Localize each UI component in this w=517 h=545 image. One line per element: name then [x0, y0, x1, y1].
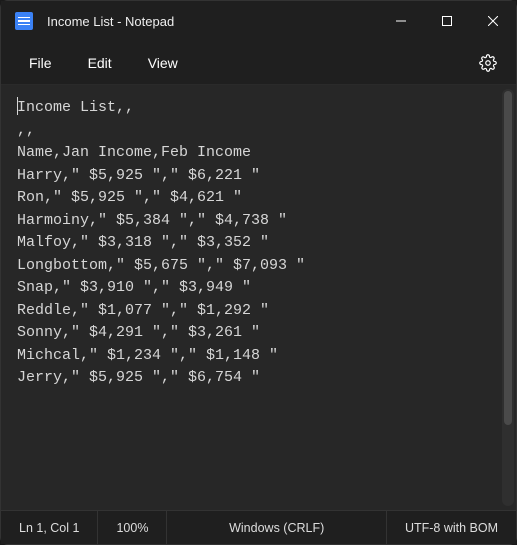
status-encoding[interactable]: UTF-8 with BOM [387, 511, 516, 544]
window-title: Income List - Notepad [47, 14, 378, 29]
status-zoom[interactable]: 100% [98, 511, 167, 544]
status-position[interactable]: Ln 1, Col 1 [1, 511, 98, 544]
notepad-icon [15, 12, 33, 30]
menubar: File Edit View [1, 41, 516, 85]
maximize-button[interactable] [424, 1, 470, 41]
minimize-button[interactable] [378, 1, 424, 41]
close-icon [488, 16, 498, 26]
close-button[interactable] [470, 1, 516, 41]
editor-content: Income List,, ,, Name,Jan Income,Feb Inc… [17, 97, 500, 390]
scrollbar-thumb[interactable] [504, 91, 512, 425]
minimize-icon [396, 16, 406, 26]
window-controls [378, 1, 516, 41]
titlebar: Income List - Notepad [1, 1, 516, 41]
status-line-ending[interactable]: Windows (CRLF) [167, 511, 386, 544]
settings-button[interactable] [470, 45, 506, 81]
maximize-icon [442, 16, 452, 26]
menu-view[interactable]: View [130, 49, 196, 77]
gear-icon [479, 54, 497, 72]
text-cursor [17, 97, 18, 115]
menu-edit[interactable]: Edit [70, 49, 130, 77]
vertical-scrollbar[interactable] [502, 89, 514, 506]
menu-file[interactable]: File [11, 49, 70, 77]
text-editor[interactable]: Income List,, ,, Name,Jan Income,Feb Inc… [1, 85, 516, 510]
statusbar: Ln 1, Col 1 100% Windows (CRLF) UTF-8 wi… [1, 510, 516, 544]
